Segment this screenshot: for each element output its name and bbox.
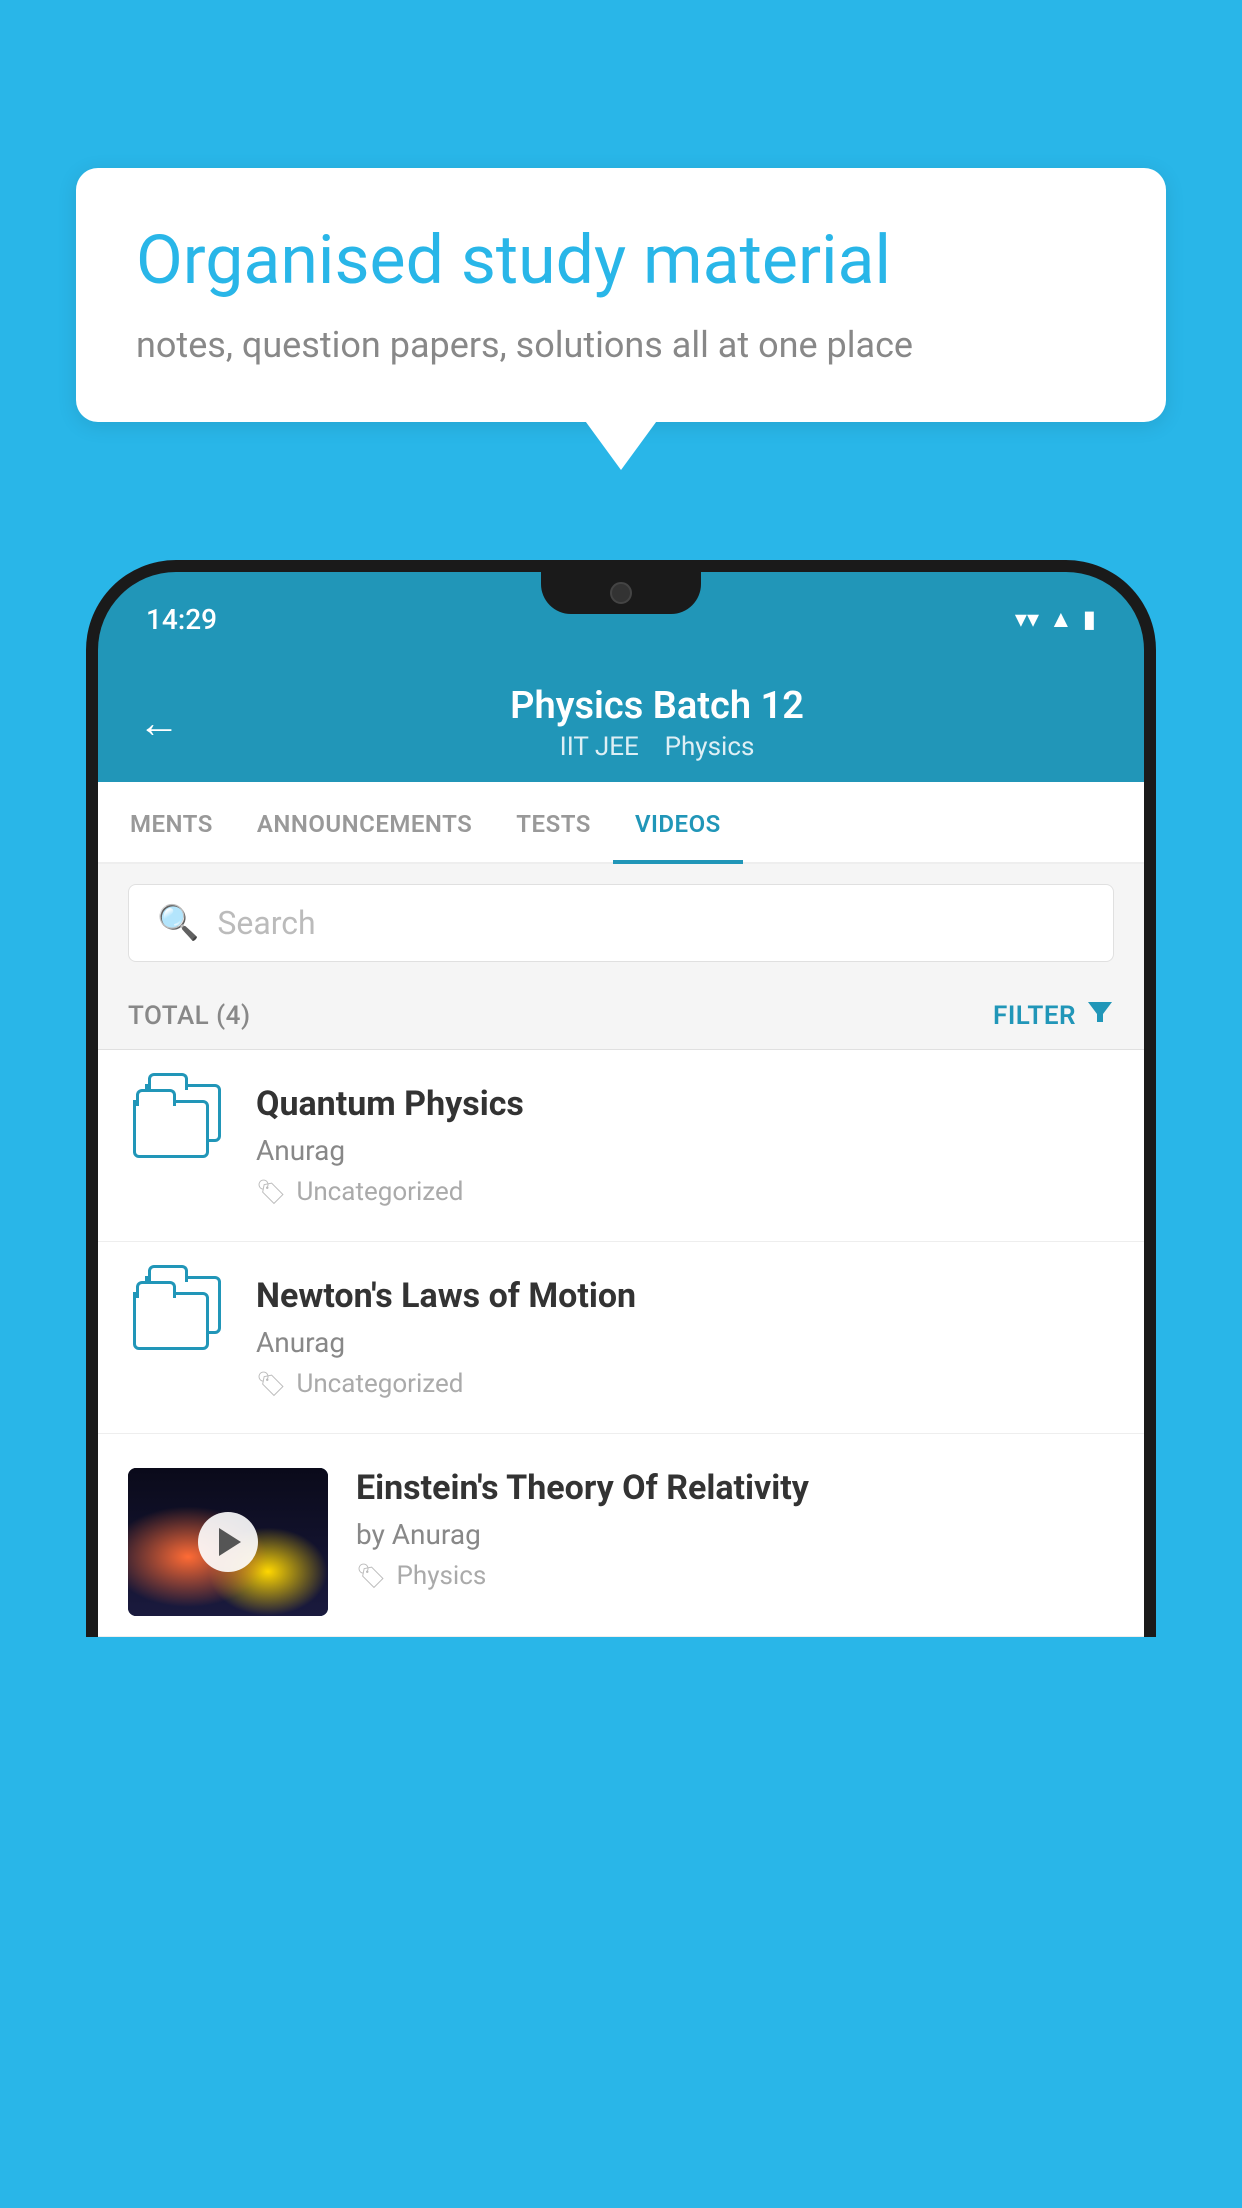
phone-screen: ← Physics Batch 12 IIT JEE Physics MENTS…	[98, 660, 1144, 1637]
camera-icon	[610, 582, 632, 604]
header-title: Physics Batch 12	[210, 684, 1104, 728]
tag-icon-3: 🏷	[356, 1562, 386, 1590]
phone-frame: 14:29 ▾▾ ▲ ▮ ← Physics Batch 12 IIT JEE	[86, 560, 1156, 2208]
speech-bubble-card: Organised study material notes, question…	[76, 168, 1166, 422]
folder-icon-1	[133, 1084, 223, 1164]
tag-icon-1: 🏷	[256, 1178, 286, 1206]
video-thumb-1	[128, 1084, 228, 1164]
back-button[interactable]: ←	[138, 699, 180, 748]
header-subtitle-iitjee: IIT JEE	[560, 732, 639, 762]
video-author-3: by Anurag	[356, 1518, 1114, 1551]
video-tag-3: 🏷 Physics	[356, 1561, 1114, 1591]
status-bar: 14:29 ▾▾ ▲ ▮	[98, 572, 1144, 660]
status-icons: ▾▾ ▲ ▮	[1015, 605, 1096, 634]
signal-icon: ▲	[1049, 605, 1073, 634]
search-icon: 🔍	[157, 903, 199, 943]
video-item[interactable]: Newton's Laws of Motion Anurag 🏷 Uncateg…	[98, 1242, 1144, 1434]
video-item[interactable]: Einstein's Theory Of Relativity by Anura…	[98, 1434, 1144, 1637]
speech-bubble-heading: Organised study material	[136, 220, 1106, 302]
tab-ments[interactable]: MENTS	[108, 782, 235, 862]
video-author-1: Anurag	[256, 1134, 1114, 1167]
video-author-2: Anurag	[256, 1326, 1114, 1359]
video-thumbnail-3	[128, 1468, 328, 1616]
filter-row: TOTAL (4) FILTER	[98, 982, 1144, 1050]
play-triangle-icon	[219, 1528, 241, 1556]
video-info-2: Newton's Laws of Motion Anurag 🏷 Uncateg…	[256, 1276, 1114, 1399]
tab-videos[interactable]: VIDEOS	[613, 782, 743, 862]
play-button-3[interactable]	[198, 1512, 258, 1572]
video-info-1: Quantum Physics Anurag 🏷 Uncategorized	[256, 1084, 1114, 1207]
filter-button[interactable]: FILTER	[993, 998, 1114, 1033]
status-time: 14:29	[146, 603, 217, 636]
video-tag-2: 🏷 Uncategorized	[256, 1369, 1114, 1399]
phone-outer: 14:29 ▾▾ ▲ ▮ ← Physics Batch 12 IIT JEE	[86, 560, 1156, 1637]
video-tag-1: 🏷 Uncategorized	[256, 1177, 1114, 1207]
video-item[interactable]: Quantum Physics Anurag 🏷 Uncategorized	[98, 1050, 1144, 1242]
wifi-icon: ▾▾	[1015, 605, 1039, 633]
video-title-2: Newton's Laws of Motion	[256, 1276, 1114, 1316]
search-box[interactable]: 🔍 Search	[128, 884, 1114, 962]
header-subtitle-physics: Physics	[665, 732, 755, 762]
search-container: 🔍 Search	[98, 864, 1144, 982]
header-title-area: Physics Batch 12 IIT JEE Physics	[210, 684, 1104, 762]
search-placeholder: Search	[217, 904, 315, 942]
folder-icon-2	[133, 1276, 223, 1356]
tab-tests[interactable]: TESTS	[494, 782, 613, 862]
tabs-bar: MENTS ANNOUNCEMENTS TESTS VIDEOS	[98, 782, 1144, 864]
header-subtitle: IIT JEE Physics	[210, 732, 1104, 762]
app-header: ← Physics Batch 12 IIT JEE Physics	[98, 660, 1144, 782]
video-title-3: Einstein's Theory Of Relativity	[356, 1468, 1114, 1508]
filter-label: FILTER	[993, 1001, 1076, 1031]
video-info-3: Einstein's Theory Of Relativity by Anura…	[356, 1468, 1114, 1591]
tag-icon-2: 🏷	[256, 1370, 286, 1398]
video-list: Quantum Physics Anurag 🏷 Uncategorized	[98, 1050, 1144, 1637]
tab-announcements[interactable]: ANNOUNCEMENTS	[235, 782, 494, 862]
video-tag-label-2: Uncategorized	[296, 1369, 463, 1399]
video-thumb-2	[128, 1276, 228, 1356]
video-tag-label-3: Physics	[396, 1561, 486, 1591]
battery-icon: ▮	[1083, 605, 1096, 633]
video-title-1: Quantum Physics	[256, 1084, 1114, 1124]
speech-bubble-subtext: notes, question papers, solutions all at…	[136, 324, 1106, 366]
phone-notch	[541, 572, 701, 614]
total-count: TOTAL (4)	[128, 1001, 251, 1031]
video-tag-label-1: Uncategorized	[296, 1177, 463, 1207]
filter-icon	[1086, 998, 1114, 1026]
